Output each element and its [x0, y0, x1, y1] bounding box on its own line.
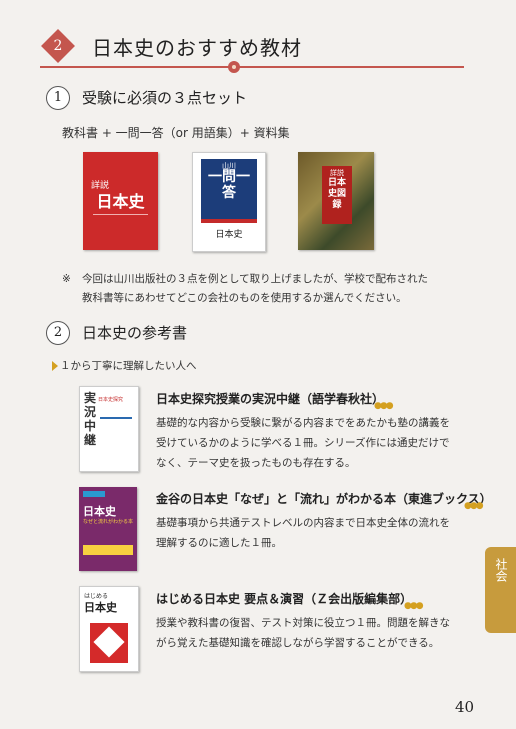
section1-title: 受験に必須の３点セット — [82, 89, 248, 107]
header-underline — [40, 66, 464, 68]
book-desc-line-2: がら覚えた基礎知識を確認しながら学習することができる。 — [156, 637, 440, 649]
book-cover-ichimon-itto: 山川 一問一答 日本史 — [192, 152, 266, 252]
book-title-jikkyo: 日本史探究授業の実況中継（語学春秋社） — [156, 392, 385, 406]
cover-stripe — [201, 219, 257, 223]
dots-ornament-icon: ●●● — [404, 601, 424, 611]
flower-ornament-icon — [228, 61, 240, 73]
dots-ornament-icon: ●●● — [374, 401, 394, 411]
page-number: 40 — [455, 698, 475, 716]
cover-label-main: 一問一答 — [208, 169, 250, 201]
book-cover-zuroku: 詳説 日本史図録 — [298, 152, 374, 250]
cover-rule — [93, 214, 148, 215]
cover-band — [83, 545, 133, 555]
cover-label-main: 日本史 — [96, 192, 145, 211]
cover-label-sub: 詳説 — [330, 169, 344, 177]
note-line-1: 今回は山川出版社の３点を例として取り上げましたが、学校で配布された — [82, 273, 428, 285]
book-desc-line-1: 基礎事項から共通テストレベルの内容まで日本史全体の流れを — [156, 517, 450, 529]
section2-title: 日本史の参考書 — [82, 324, 188, 342]
book-desc-line-2: 受けているかのように学べる１冊。シリーズ作には通史だけで — [156, 437, 450, 449]
book-cover-jikkyo: 実況中継 日本史探究 — [79, 386, 139, 472]
cover-label-main: 日本史 — [84, 601, 117, 614]
book-title-kanaya: 金谷の日本史「なぜ」と「流れ」がわかる本（東進ブックス） — [156, 492, 492, 506]
page-title: 日本史のおすすめ教材 — [92, 36, 302, 60]
book-desc-line-1: 授業や教科書の復習、テスト対策に役立つ１冊。問題を解きな — [156, 617, 450, 629]
cover-badge — [83, 491, 105, 497]
cover-label-main: 日本史図録 — [327, 178, 346, 210]
cover-label-main: 実況中継 — [84, 391, 97, 447]
book-cover-kyokasho: 詳説 日本史 — [83, 152, 158, 250]
section1-summary: 教科書 + 一問一答（or 用語集）+ 資料集 — [62, 126, 290, 140]
side-tab-label: 社会 — [494, 558, 508, 582]
book-desc-line-3: なく、テーマ史を扱ったものも存在する。 — [156, 457, 356, 469]
triangle-bullet-icon — [52, 361, 58, 371]
book-desc-line-1: 基礎的な内容から受験に繋がる内容までをあたかも塾の講義を — [156, 417, 450, 429]
section2-number: 2 — [46, 321, 70, 345]
cover-rule — [100, 417, 132, 419]
header-number: 2 — [53, 38, 63, 54]
book-cover-kanaya: 日本史 なぜと流れがわかる本 — [79, 487, 137, 571]
section2-subtitle: １から丁寧に理解したい人へ — [60, 360, 197, 372]
cover-label-main: 日本史 — [83, 505, 116, 518]
note-mark: ※ — [62, 273, 71, 285]
cover-label-sub: 日本史 — [215, 230, 243, 240]
section1-number: 1 — [46, 86, 70, 110]
book-desc-line-2: 理解するのに適した１冊。 — [156, 537, 282, 549]
book-title-hajimeru: はじめる日本史 要点＆演習（Ｚ会出版編集部） — [156, 592, 413, 606]
cover-label-sub: 日本史探究 — [98, 397, 124, 403]
note-line-2: 教科書等にあわせてどこの会社のものを使用するか選んでください。 — [82, 292, 407, 304]
dots-ornament-icon: ●●● — [464, 501, 484, 511]
book-cover-hajimeru: はじめる 日本史 — [79, 586, 139, 672]
cover-label-sub: なぜと流れがわかる本 — [83, 519, 134, 525]
